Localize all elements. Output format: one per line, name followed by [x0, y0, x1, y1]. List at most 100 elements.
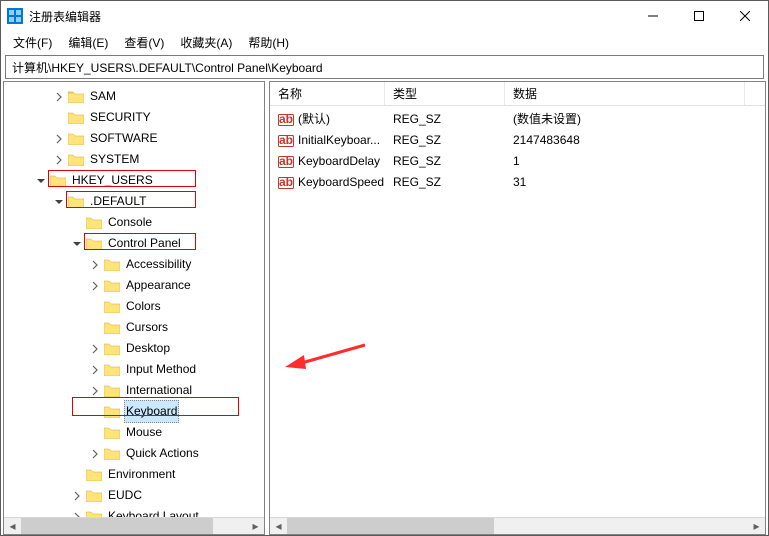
list-row[interactable]: abKeyboardDelayREG_SZ1: [270, 150, 765, 171]
tree-node-eudc[interactable]: EUDC: [4, 485, 264, 506]
tree-node-software[interactable]: SOFTWARE: [4, 128, 264, 149]
chevron-right-icon[interactable]: [88, 258, 102, 272]
folder-icon: [104, 300, 120, 313]
tree-label: Colors: [124, 296, 163, 317]
tree-node-quick-actions[interactable]: Quick Actions: [4, 443, 264, 464]
tree-hscrollbar[interactable]: ◂ ▸: [4, 517, 264, 534]
cell-type: REG_SZ: [385, 154, 505, 168]
tree-node-international[interactable]: International: [4, 380, 264, 401]
tree-node-environment[interactable]: Environment: [4, 464, 264, 485]
chevron-down-icon[interactable]: [52, 195, 66, 209]
cell-name: abKeyboardSpeed: [270, 174, 385, 190]
scroll-left-icon[interactable]: ◂: [4, 518, 21, 534]
list-row[interactable]: abInitialKeyboar...REG_SZ2147483648: [270, 129, 765, 150]
folder-icon: [86, 510, 102, 517]
tree-node-cursors[interactable]: Cursors: [4, 317, 264, 338]
minimize-button[interactable]: [630, 1, 676, 31]
menu-favorites[interactable]: 收藏夹(A): [172, 32, 240, 53]
cell-data: 31: [505, 175, 705, 189]
address-text: 计算机\HKEY_USERS\.DEFAULT\Control Panel\Ke…: [12, 59, 323, 76]
tree-label: Keyboard Layout: [106, 506, 201, 517]
menu-edit[interactable]: 编辑(E): [60, 32, 116, 53]
folder-icon: [104, 384, 120, 397]
cell-name: abInitialKeyboar...: [270, 132, 385, 148]
app-icon: [7, 8, 23, 24]
chevron-right-icon[interactable]: [88, 342, 102, 356]
cell-name: ab(默认): [270, 110, 385, 127]
chevron-right-icon[interactable]: [88, 363, 102, 377]
folder-icon: [104, 321, 120, 334]
chevron-right-icon[interactable]: [52, 132, 66, 146]
tree-node-console[interactable]: Console: [4, 212, 264, 233]
tree-label: SAM: [88, 86, 118, 107]
tree-node-colors[interactable]: Colors: [4, 296, 264, 317]
col-data[interactable]: 数据: [505, 82, 745, 105]
chevron-right-icon[interactable]: [70, 510, 84, 518]
tree-node-keyboard-layout[interactable]: Keyboard Layout: [4, 506, 264, 517]
folder-icon: [104, 258, 120, 271]
tree-label: Desktop: [124, 338, 172, 359]
cell-data: (数值未设置): [505, 110, 705, 127]
close-button[interactable]: [722, 1, 768, 31]
tree-node-desktop[interactable]: Desktop: [4, 338, 264, 359]
scroll-right-icon[interactable]: ▸: [748, 518, 765, 534]
folder-icon: [68, 111, 84, 124]
scroll-left-icon[interactable]: ◂: [270, 518, 287, 534]
tree-node-system[interactable]: SYSTEM: [4, 149, 264, 170]
tree-node-hkey-users[interactable]: HKEY_USERS: [4, 170, 264, 191]
scroll-right-icon[interactable]: ▸: [247, 518, 264, 534]
chevron-right-icon[interactable]: [52, 153, 66, 167]
folder-icon: [104, 426, 120, 439]
tree-node-security[interactable]: SECURITY: [4, 107, 264, 128]
menu-file[interactable]: 文件(F): [5, 32, 60, 53]
tree-label: Mouse: [124, 422, 164, 443]
tree-label: International: [124, 380, 194, 401]
chevron-right-icon[interactable]: [88, 447, 102, 461]
titlebar: 注册表编辑器: [1, 1, 768, 31]
folder-icon: [68, 153, 84, 166]
folder-icon: [86, 489, 102, 502]
tree-node-keyboard[interactable]: Keyboard: [4, 401, 264, 422]
folder-icon: [86, 216, 102, 229]
col-name[interactable]: 名称: [270, 82, 385, 105]
tree-node-control-panel[interactable]: Control Panel: [4, 233, 264, 254]
chevron-right-icon[interactable]: [88, 384, 102, 398]
svg-text:ab: ab: [279, 175, 293, 189]
tree-node-mouse[interactable]: Mouse: [4, 422, 264, 443]
folder-icon: [104, 405, 120, 418]
chevron-right-icon[interactable]: [70, 489, 84, 503]
tree-node-accessibility[interactable]: Accessibility: [4, 254, 264, 275]
arrow-annotation: [280, 337, 370, 377]
list-header: 名称 类型 数据: [270, 82, 765, 106]
folder-icon: [104, 342, 120, 355]
address-bar[interactable]: 计算机\HKEY_USERS\.DEFAULT\Control Panel\Ke…: [5, 55, 764, 79]
tree-label: SYSTEM: [88, 149, 141, 170]
folder-icon: [68, 132, 84, 145]
window-controls: [630, 1, 768, 31]
list-row[interactable]: ab(默认)REG_SZ(数值未设置): [270, 108, 765, 129]
tree-label: SOFTWARE: [88, 128, 160, 149]
tree-node-input-method[interactable]: Input Method: [4, 359, 264, 380]
folder-icon: [50, 174, 66, 187]
chevron-right-icon[interactable]: [88, 279, 102, 293]
menu-help[interactable]: 帮助(H): [240, 32, 297, 53]
chevron-down-icon[interactable]: [70, 237, 84, 251]
tree-label: HKEY_USERS: [70, 170, 155, 191]
folder-icon: [68, 90, 84, 103]
tree-node-sam[interactable]: SAM: [4, 86, 264, 107]
menu-view[interactable]: 查看(V): [116, 32, 172, 53]
col-type[interactable]: 类型: [385, 82, 505, 105]
cell-type: REG_SZ: [385, 112, 505, 126]
tree-label: Keyboard: [124, 400, 179, 423]
tree-node-default[interactable]: .DEFAULT: [4, 191, 264, 212]
maximize-button[interactable]: [676, 1, 722, 31]
list-hscrollbar[interactable]: ◂ ▸: [270, 517, 765, 534]
folder-icon: [68, 195, 84, 208]
tree-node-appearance[interactable]: Appearance: [4, 275, 264, 296]
tree-label: SECURITY: [88, 107, 153, 128]
tree[interactable]: SAM SECURITY SOFTWARE SYSTEM: [4, 82, 264, 517]
chevron-down-icon[interactable]: [34, 174, 48, 188]
chevron-right-icon[interactable]: [52, 90, 66, 104]
cell-data: 1: [505, 154, 705, 168]
list-row[interactable]: abKeyboardSpeedREG_SZ31: [270, 171, 765, 192]
